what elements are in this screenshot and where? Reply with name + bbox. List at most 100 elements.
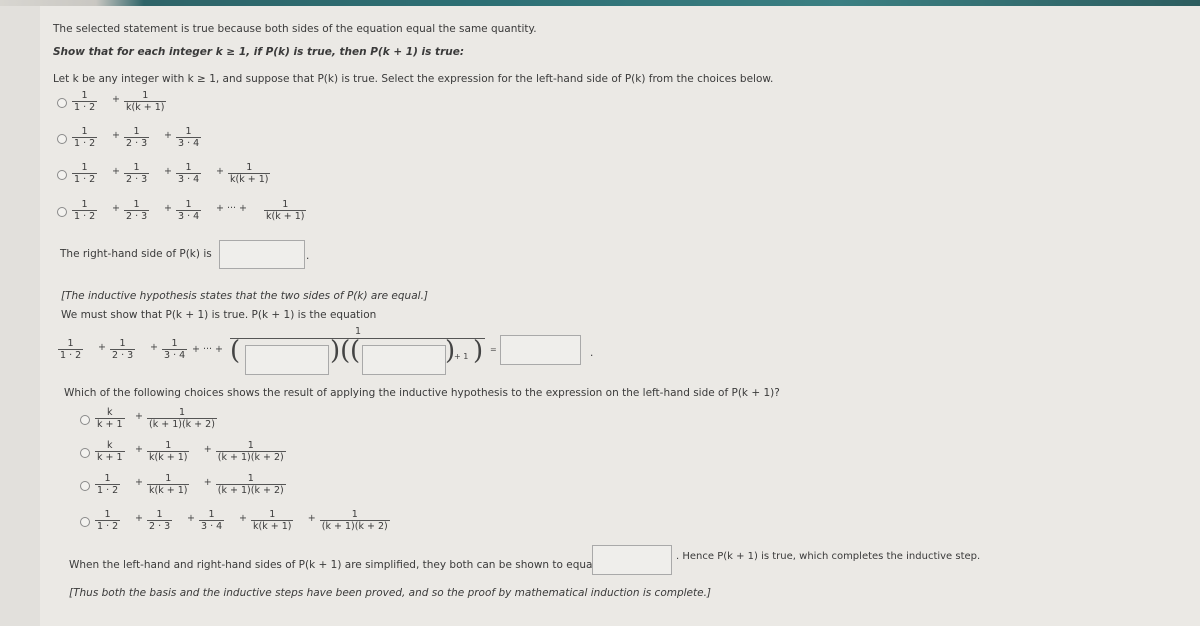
left-paren: ( <box>230 336 241 366</box>
denominator: 2 · 3 <box>124 210 150 222</box>
denominator: k(k + 1) <box>124 101 167 113</box>
fraction: 1 (k + 1)(k + 2) <box>147 407 217 430</box>
fraction: 11 · 2 <box>72 199 98 222</box>
fraction: 1 k(k + 1) <box>228 162 271 185</box>
rhs-label: The right-hand side of P(k) is <box>60 248 212 260</box>
fraction: 1 (k + 1)(k + 2) <box>215 440 286 463</box>
fraction: 1 (k + 1)(k + 2) <box>319 509 390 532</box>
plus-sign: + <box>164 130 172 141</box>
fraction: 11 · 2 <box>72 90 98 113</box>
simplified-input[interactable] <box>592 545 672 575</box>
plus-sign: + <box>135 411 143 422</box>
hyp-choice-1-radio[interactable] <box>80 415 90 425</box>
denominator: 2 · 3 <box>124 173 150 185</box>
denominator: 1 · 2 <box>95 484 121 496</box>
fraction: 11 · 2 <box>58 338 84 361</box>
fraction: 1 (k + 1)(k + 2) <box>215 473 286 496</box>
fraction: 13 · 4 <box>162 338 188 361</box>
denominator: 1 · 2 <box>95 520 121 532</box>
left-margin <box>0 6 40 626</box>
equals-sign: = <box>490 345 497 354</box>
numerator: 1 <box>185 126 192 137</box>
which-prompt: Which of the following choices shows the… <box>64 387 780 399</box>
hence-text: . Hence P(k + 1) is true, which complete… <box>676 551 981 562</box>
equation-box-1[interactable] <box>245 345 329 375</box>
ellipsis: + ··· + <box>192 344 224 355</box>
numerator: 1 <box>282 199 289 210</box>
denominator: k(k + 1) <box>147 451 190 463</box>
hyp-choice-4-radio[interactable] <box>80 517 90 527</box>
plus-sign: + <box>112 203 120 214</box>
denominator: 3 · 4 <box>176 137 202 149</box>
numerator: 1 <box>269 509 276 520</box>
numerator: 1 <box>133 162 140 173</box>
fraction: 13 · 4 <box>199 509 225 532</box>
numerator: 1 <box>67 338 74 349</box>
numerator: 1 <box>246 162 253 173</box>
fraction: 12 · 3 <box>147 509 173 532</box>
denominator: k(k + 1) <box>264 210 307 222</box>
fraction: 12 · 3 <box>110 338 136 361</box>
plus-sign: + <box>307 513 316 524</box>
must-show-text: We must show that P(k + 1) is true. P(k … <box>61 309 377 321</box>
fraction: 11 · 2 <box>95 509 121 532</box>
denominator: 1 · 2 <box>72 173 98 185</box>
plus-one: + 1 <box>454 352 469 361</box>
numerator: 1 <box>81 162 88 173</box>
fraction: 11 · 2 <box>72 162 98 185</box>
equation-box-3[interactable] <box>500 335 581 365</box>
numerator: 1 <box>156 509 163 520</box>
hyp-choice-3-radio[interactable] <box>80 481 90 491</box>
fraction: kk + 1 <box>95 407 125 430</box>
plus-sign: + <box>135 513 143 524</box>
plus-sign: + <box>164 203 172 214</box>
denominator: 3 · 4 <box>199 520 225 532</box>
numerator: 1 <box>171 338 178 349</box>
numerator: 1 <box>81 90 88 101</box>
fraction: 11 · 2 <box>95 473 121 496</box>
equation-box-2[interactable] <box>362 345 446 375</box>
numerator: 1 <box>208 509 215 520</box>
fraction: 12 · 3 <box>124 199 150 222</box>
lhs-choice-3-radio[interactable] <box>57 170 67 180</box>
plus-sign: + <box>135 444 143 455</box>
numerator: 1 <box>351 509 358 520</box>
fraction: 1 k(k + 1) <box>124 90 167 113</box>
denominator: 2 · 3 <box>147 520 173 532</box>
fraction: 1 k(k + 1) <box>264 199 307 222</box>
denominator: (k + 1)(k + 2) <box>215 484 286 496</box>
denominator: 1 · 2 <box>72 137 98 149</box>
plus-sign: + <box>216 166 224 177</box>
plus-sign: + <box>239 513 247 524</box>
lhs-choice-2-radio[interactable] <box>57 134 67 144</box>
hyp-choice-2-radio[interactable] <box>80 448 90 458</box>
numerator: 1 <box>142 90 149 101</box>
numerator: 1 <box>165 473 172 484</box>
numerator: 1 <box>104 509 111 520</box>
numerator: 1 <box>81 126 88 137</box>
intro-text: The selected statement is true because b… <box>53 23 537 35</box>
lhs-choice-4-radio[interactable] <box>57 207 67 217</box>
numerator: 1 <box>81 199 88 210</box>
numerator: k <box>107 407 113 418</box>
fraction: 12 · 3 <box>124 126 150 149</box>
numerator: k <box>107 440 113 451</box>
plus-sign: + <box>135 477 143 488</box>
numerator: 1 <box>247 440 254 451</box>
denominator: k(k + 1) <box>251 520 294 532</box>
denominator: k + 1 <box>95 451 125 463</box>
rhs-input[interactable] <box>219 240 305 269</box>
denominator: 2 · 3 <box>110 349 136 361</box>
fraction: 1 k(k + 1) <box>147 473 190 496</box>
lhs-choice-1-radio[interactable] <box>57 98 67 108</box>
fraction: 1 k(k + 1) <box>251 509 294 532</box>
denominator: (k + 1)(k + 2) <box>147 418 217 430</box>
numerator: 1 <box>133 126 140 137</box>
inner-left-paren: ( <box>350 336 361 366</box>
conclusion-text: [Thus both the basis and the inductive s… <box>69 587 712 599</box>
plus-sign: + <box>164 166 172 177</box>
plus-sign: + <box>112 130 120 141</box>
fraction: 1 k(k + 1) <box>147 440 190 463</box>
numerator: 1 <box>104 473 111 484</box>
period: . <box>306 250 310 262</box>
